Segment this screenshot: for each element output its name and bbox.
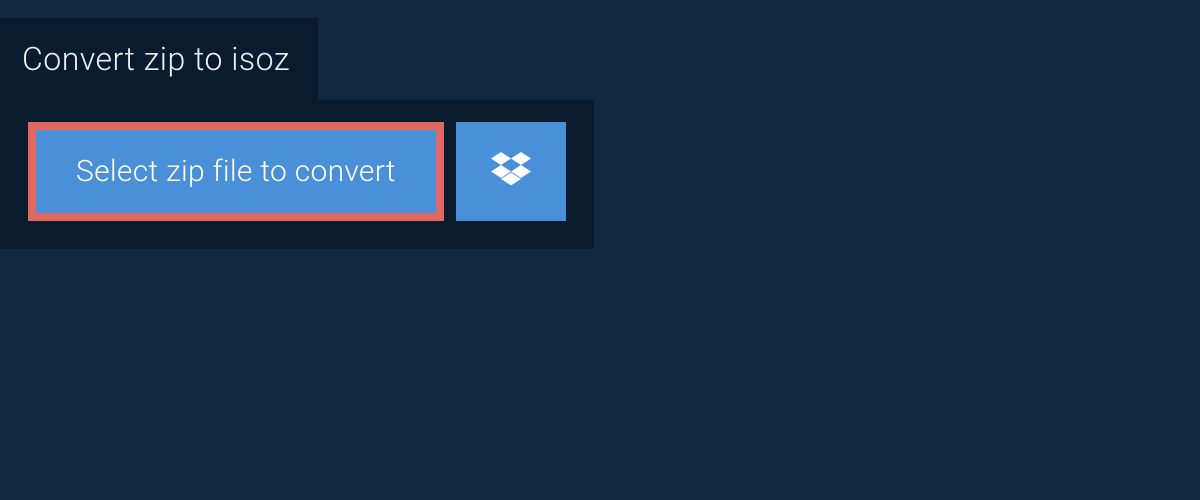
page-title: Convert zip to isoz bbox=[22, 40, 290, 78]
upload-panel: Select zip file to convert bbox=[0, 100, 594, 249]
page-header-tab: Convert zip to isoz bbox=[0, 18, 318, 100]
dropbox-button[interactable] bbox=[456, 122, 566, 221]
dropbox-icon bbox=[491, 152, 531, 192]
select-file-button[interactable]: Select zip file to convert bbox=[28, 122, 444, 221]
select-file-button-label: Select zip file to convert bbox=[76, 154, 396, 189]
